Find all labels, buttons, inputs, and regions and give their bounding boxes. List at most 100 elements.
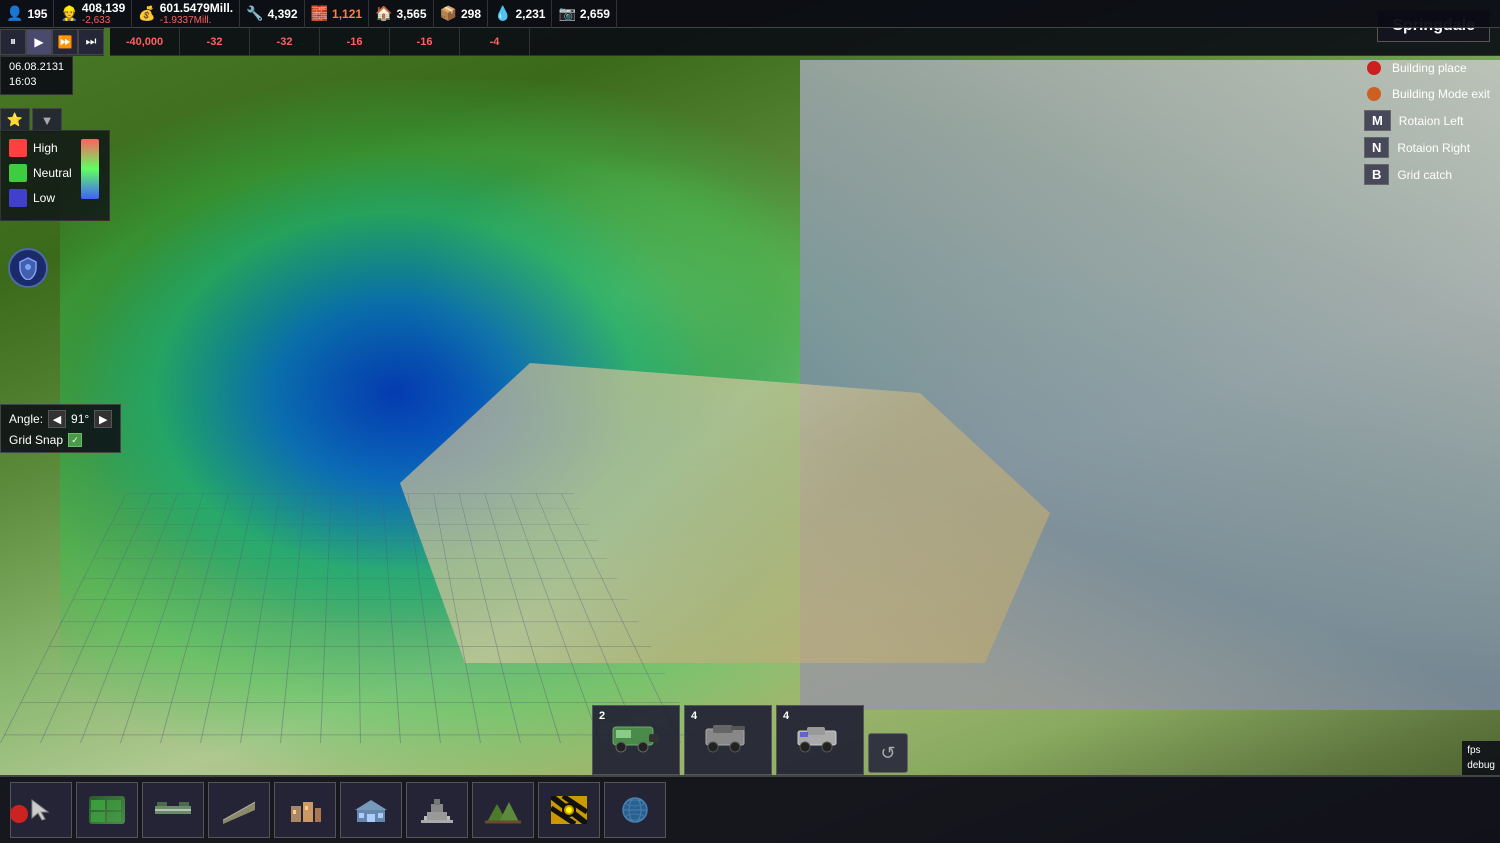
- play-button[interactable]: ▶: [26, 29, 52, 55]
- workers-icon: 👷: [60, 5, 77, 22]
- cargo-cell: 📦 298: [434, 0, 488, 28]
- services-icon: [353, 795, 389, 825]
- camera-icon: 📷: [558, 5, 575, 22]
- disaster-icon: [551, 795, 587, 825]
- fast-button[interactable]: ⏩: [52, 29, 78, 55]
- angle-increase-button[interactable]: ▶: [94, 410, 112, 428]
- money-values: 408,139 -2,633: [82, 1, 125, 26]
- buildings-icon: [287, 795, 323, 825]
- legend-high: High: [9, 139, 72, 157]
- slope-road-svg: [221, 796, 257, 824]
- rotate-vehicle-button[interactable]: ↺: [868, 733, 908, 773]
- building-exit-row: Building Mode exit: [1364, 84, 1490, 104]
- red-resource-cell: 🏠 3,565: [369, 0, 433, 28]
- rotation-right-key: N: [1364, 137, 1389, 158]
- police-badge: [8, 248, 48, 288]
- tool-monuments[interactable]: [406, 782, 468, 838]
- angle-row: Angle: ◀ 91° ▶: [9, 410, 112, 428]
- building-exit-dot: [1364, 84, 1384, 104]
- rotation-left-row: M Rotaion Left: [1364, 110, 1490, 131]
- tool-nature[interactable]: [472, 782, 534, 838]
- transport-row: -40,000 -32 -32 -16 -16 -4: [110, 28, 1500, 56]
- tool-globe[interactable]: [604, 782, 666, 838]
- grid-catch-label: Grid catch: [1397, 168, 1452, 182]
- grid-snap-checkbox[interactable]: ✓: [68, 433, 82, 447]
- tools-icon: 🔧: [246, 5, 263, 22]
- vehicle-3-count: 4: [783, 710, 789, 722]
- debug-label: debug: [1467, 758, 1495, 773]
- transport-cell-1: -40,000: [110, 28, 180, 55]
- red-resource-icon: 🏠: [375, 5, 392, 22]
- vehicle-card-1[interactable]: 2: [592, 705, 680, 775]
- vehicle-2-svg: [703, 719, 753, 754]
- transport-cell-5: -16: [390, 28, 460, 55]
- tool-flat-road[interactable]: [142, 782, 204, 838]
- services-svg: [353, 796, 389, 824]
- brick-vals: 1,121: [332, 7, 362, 21]
- legend-high-color: [9, 139, 27, 157]
- star-filter-button[interactable]: ⭐: [0, 108, 30, 132]
- vehicle-3-svg: [795, 719, 845, 754]
- rotation-right-row: N Rotaion Right: [1364, 137, 1490, 158]
- datetime-box: 06.08.2131 16:03: [0, 56, 73, 95]
- slope-road-icon: [221, 795, 257, 825]
- red-resource-val: 3,565: [397, 7, 427, 21]
- legend-neutral: Neutral: [9, 164, 72, 182]
- pause-button[interactable]: ⏸: [0, 29, 26, 55]
- treasury-values: 601.5479Mill. -1.9337Mill.: [160, 1, 233, 26]
- flat-road-svg: [155, 796, 191, 824]
- angle-label: Angle:: [9, 412, 43, 426]
- fps-label: fps: [1467, 743, 1495, 758]
- money-sub: -2,633: [82, 15, 125, 26]
- speed-controls: ⏸ ▶ ⏩ ⏭: [0, 28, 104, 56]
- tool-buildings[interactable]: [274, 782, 336, 838]
- tools-cell: 🔧 4,392: [240, 0, 304, 28]
- globe-svg: [617, 796, 653, 824]
- vehicle-card-3[interactable]: 4: [776, 705, 864, 775]
- bottom-left-dot[interactable]: [10, 805, 28, 823]
- cursor-icon: [23, 795, 59, 825]
- cam-val: 2,659: [580, 7, 610, 21]
- left-filter: ⭐ ▼: [0, 108, 62, 132]
- zone-svg: [89, 796, 125, 824]
- money-icon: 💰: [138, 5, 155, 22]
- legend-high-label: High: [33, 141, 58, 155]
- red-dot-icon: [1367, 61, 1381, 75]
- vehicle-controls: ↺: [868, 733, 908, 775]
- camera-cell: 📷 2,659: [552, 0, 616, 28]
- tool-zone[interactable]: [76, 782, 138, 838]
- brick-val: 1,121: [332, 7, 362, 21]
- population-icon: 👤: [6, 5, 23, 22]
- transport-cell-3: -32: [250, 28, 320, 55]
- vehicle-3-icon: [795, 719, 845, 761]
- vehicle-1-count: 2: [599, 710, 605, 722]
- grid-snap-label: Grid Snap: [9, 433, 63, 447]
- transport-cell-4: -16: [320, 28, 390, 55]
- grid-snap-row: Grid Snap ✓: [9, 433, 112, 447]
- transport-val-3: -32: [277, 36, 293, 48]
- vehicle-card-2[interactable]: 4: [684, 705, 772, 775]
- brick-icon: 🧱: [311, 5, 328, 22]
- transport-val-4: -16: [347, 36, 363, 48]
- tool-disaster[interactable]: [538, 782, 600, 838]
- transport-cell-6: -4: [460, 28, 530, 55]
- treasury-main: 601.5479Mill.: [160, 1, 233, 15]
- legend-neutral-label: Neutral: [33, 166, 72, 180]
- cargo-val: 298: [461, 7, 481, 21]
- legend-low: Low: [9, 189, 72, 207]
- tool-services[interactable]: [340, 782, 402, 838]
- angle-decrease-button[interactable]: ◀: [48, 410, 66, 428]
- vehicle-panel: 2 4 4: [592, 705, 908, 775]
- vehicle-2-icon: [703, 719, 753, 761]
- cargo-icon: 📦: [440, 5, 457, 22]
- money-main: 408,139: [82, 1, 125, 15]
- building-place-row: Building place: [1364, 58, 1490, 78]
- funnel-filter-button[interactable]: ▼: [32, 108, 62, 132]
- building-place-label: Building place: [1392, 61, 1467, 75]
- rotation-left-label: Rotaion Left: [1399, 114, 1464, 128]
- buildings-svg: [287, 796, 323, 824]
- monuments-svg: [419, 796, 455, 824]
- fastest-button[interactable]: ⏭: [78, 29, 104, 55]
- tool-slope-road[interactable]: [208, 782, 270, 838]
- transport-val-6: -4: [490, 36, 500, 48]
